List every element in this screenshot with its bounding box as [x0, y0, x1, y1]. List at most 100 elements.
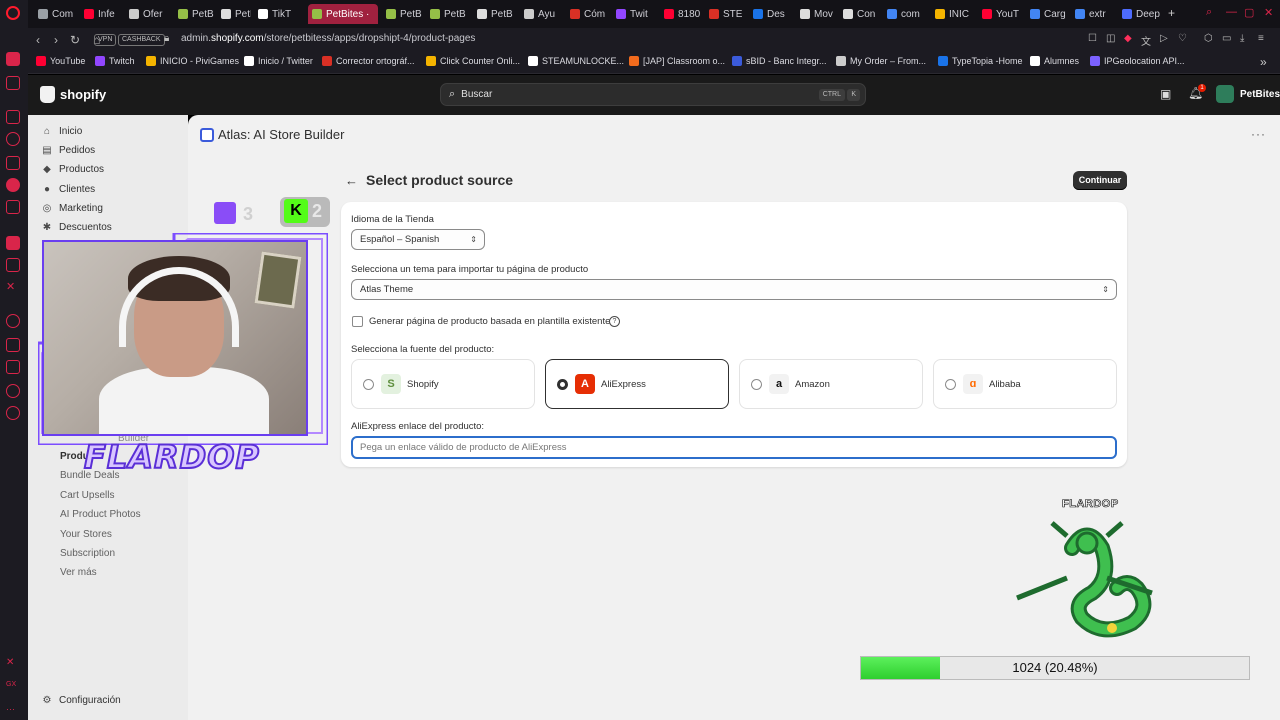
browser-tab[interactable]: YouT — [978, 4, 1022, 24]
url-text[interactable]: admin.shopify.com/store/petbitess/apps/d… — [181, 33, 475, 44]
app-subnav-item[interactable]: Cart Upsells — [60, 490, 114, 501]
browser-tab[interactable]: Twit — [612, 4, 658, 24]
shopify-logo[interactable]: shopify — [40, 86, 106, 103]
nav-item-clientes[interactable]: ● Clientes — [42, 184, 95, 195]
sidebar-news-icon[interactable] — [6, 76, 20, 90]
browser-tab[interactable]: TikT — [254, 4, 304, 24]
browser-tab[interactable]: extr — [1071, 4, 1115, 24]
extensions-icon[interactable]: ⬡ — [1204, 33, 1213, 44]
sidebar-wallet-icon[interactable] — [6, 110, 20, 124]
bookmark-item[interactable]: TypeTopia -Home — [938, 56, 1023, 66]
sidebar-instagram-icon[interactable] — [6, 178, 20, 192]
browser-tab[interactable]: Ayu — [520, 4, 564, 24]
source-option-alibaba[interactable]: ɑ Alibaba — [933, 359, 1117, 409]
search-input[interactable]: ⌕ Buscar CTRL K — [440, 83, 866, 106]
inbox-icon[interactable]: ▣ — [1160, 87, 1171, 101]
bookmark-item[interactable]: [JAP] Classroom o... — [629, 56, 725, 66]
browser-tab[interactable]: Des — [749, 4, 793, 24]
bookmark-item[interactable]: IPGeolocation API... — [1090, 56, 1185, 66]
bookmark-item[interactable]: Click Counter Onli... — [426, 56, 520, 66]
bookmarks-overflow-icon[interactable]: » — [1260, 55, 1267, 69]
sidebar-extension-icon[interactable] — [6, 384, 20, 398]
browser-tab[interactable]: INIC — [931, 4, 975, 24]
sidebar-chat-icon[interactable] — [6, 132, 20, 146]
browser-tab[interactable]: Infe — [80, 4, 124, 24]
nav-item-productos[interactable]: ◆ Productos — [42, 164, 104, 175]
menu-icon[interactable]: ≡ — [1258, 33, 1264, 44]
browser-tab[interactable]: PetB — [174, 4, 214, 24]
bookmark-item[interactable]: INICIO - PiviGames — [146, 56, 239, 66]
bookmark-item[interactable]: Twitch — [95, 56, 135, 66]
app-subnav-item[interactable]: Subscription — [60, 548, 115, 559]
sidebar-pin-icon[interactable] — [6, 338, 20, 352]
vpn-badge[interactable]: VPN — [94, 34, 117, 46]
new-tab-button[interactable]: + — [1168, 6, 1175, 20]
bookmark-item[interactable]: sBID - Banc Integr... — [732, 56, 827, 66]
bookmark-item[interactable]: Alumnes — [1030, 56, 1079, 66]
browser-tab[interactable]: Mov — [796, 4, 836, 24]
sidebar-settings-icon[interactable] — [6, 406, 20, 420]
sidebar-x-icon[interactable]: ✕ — [6, 280, 20, 294]
source-option-shopify[interactable]: S Shopify — [351, 359, 535, 409]
template-checkbox[interactable] — [352, 316, 363, 327]
sidebar-more-icon[interactable]: ··· — [6, 702, 20, 716]
browser-tab[interactable]: Cóm — [566, 4, 610, 24]
browser-tab[interactable]: Ofer — [125, 4, 171, 24]
browser-tab[interactable]: Deep — [1118, 4, 1162, 24]
source-option-aliexpress[interactable]: A AliExpress — [545, 359, 729, 409]
product-link-input[interactable]: Pega un enlace válido de producto de Ali… — [351, 436, 1117, 459]
wallet-icon[interactable]: ▭ — [1222, 33, 1231, 44]
browser-tab[interactable]: Carg — [1026, 4, 1068, 24]
app-subnav-item[interactable]: AI Product Photos — [60, 509, 141, 520]
translate-icon[interactable]: 文 — [1141, 33, 1151, 48]
browser-tab[interactable]: STE — [705, 4, 747, 24]
radio-button[interactable] — [557, 379, 568, 390]
sidebar-clock-icon[interactable] — [6, 314, 20, 328]
heart-icon[interactable]: ♡ — [1178, 33, 1187, 44]
browser-tab[interactable]: PetB — [426, 4, 470, 24]
browser-tab[interactable]: PetB — [382, 4, 422, 24]
language-select[interactable]: Español – Spanish ⇕ — [351, 229, 485, 250]
bookmark-item[interactable]: YouTube — [36, 56, 85, 66]
bookmark-item[interactable]: My Order – From... — [836, 56, 926, 66]
store-switcher[interactable]: PetBites — [1216, 85, 1280, 103]
forward-arrow-icon[interactable]: › — [54, 33, 58, 47]
cashback-badge[interactable]: CASHBACK — [118, 34, 165, 46]
bookmark-item[interactable]: Corrector ortográf... — [322, 56, 415, 66]
sidebar-ai-icon[interactable] — [6, 236, 20, 250]
close-window-icon[interactable]: ✕ — [1264, 6, 1273, 19]
radio-button[interactable] — [945, 379, 956, 390]
bookmark-item[interactable]: Inicio / Twitter — [244, 56, 313, 66]
minimize-icon[interactable]: — — [1226, 6, 1237, 18]
sidebar-close-icon[interactable]: ✕ — [6, 656, 20, 670]
nav-item-marketing[interactable]: ◎ Marketing — [42, 203, 103, 214]
download-icon[interactable]: ⤓ — [1240, 33, 1244, 44]
help-icon[interactable]: ? — [609, 316, 620, 327]
snapshot-icon[interactable]: ◫ — [1106, 33, 1115, 44]
back-arrow-icon[interactable]: ← — [345, 173, 358, 188]
sidebar-bag-icon[interactable] — [6, 156, 20, 170]
maximize-icon[interactable]: ▢ — [1244, 6, 1254, 19]
template-checkbox-label[interactable]: Generar página de producto basada en pla… — [369, 316, 610, 327]
sidebar-gx-icon[interactable]: GX — [6, 678, 20, 692]
sidebar-history-icon[interactable] — [6, 360, 20, 374]
browser-tab[interactable]: PetBites · — [308, 4, 378, 24]
play-icon[interactable]: ▷ — [1160, 33, 1168, 44]
bookmark-item[interactable]: STEAMUNLOCKE... — [528, 56, 624, 66]
browser-tab[interactable]: 8180 — [660, 4, 702, 24]
more-actions-button[interactable]: ··· — [1251, 127, 1266, 141]
radio-button[interactable] — [363, 379, 374, 390]
sidebar-twitch-icon[interactable] — [6, 258, 20, 272]
search-tabs-icon[interactable]: ⌕ — [1206, 6, 1212, 19]
app-subnav-item[interactable]: Your Stores — [60, 529, 112, 540]
nav-item-settings[interactable]: ⚙ Configuración — [42, 695, 121, 706]
continue-button[interactable]: Continuar — [1073, 171, 1127, 190]
bookmark-icon[interactable]: ☐ — [1088, 33, 1097, 44]
source-option-amazon[interactable]: a Amazon — [739, 359, 923, 409]
nav-item-inicio[interactable]: ⌂ Inicio — [42, 126, 82, 137]
browser-tab[interactable]: Con — [839, 4, 881, 24]
browser-tab[interactable]: PetB — [217, 4, 251, 24]
lock-icon[interactable]: 🔒︎ — [164, 33, 169, 44]
sidebar-player-icon[interactable] — [6, 200, 20, 214]
sidebar-home-icon[interactable] — [6, 52, 20, 66]
